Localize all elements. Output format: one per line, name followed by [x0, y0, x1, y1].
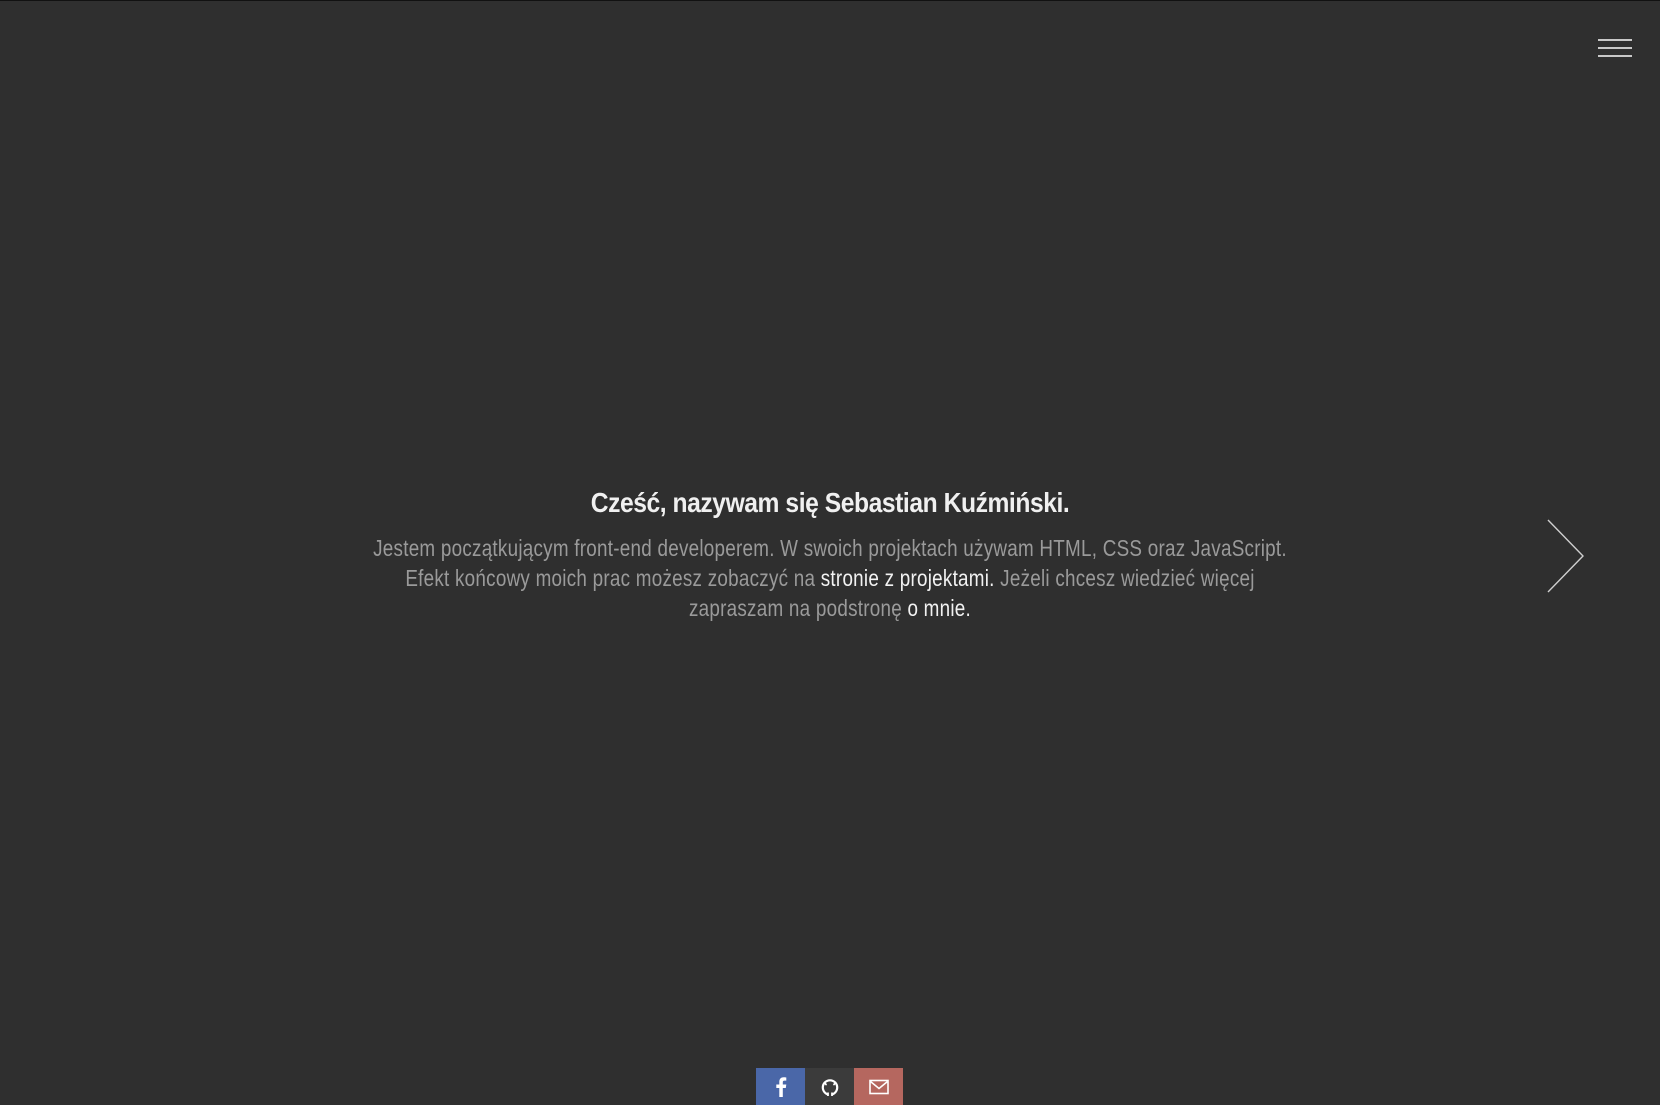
- envelope-icon: [868, 1079, 889, 1095]
- hamburger-icon: [1598, 39, 1632, 41]
- page: Cześć, nazywam się Sebastian Kuźmiński. …: [0, 0, 1660, 1105]
- about-link[interactable]: o mnie.: [907, 595, 971, 621]
- hamburger-icon-bar: [1598, 55, 1632, 57]
- hero-section: Cześć, nazywam się Sebastian Kuźmiński. …: [262, 487, 1398, 623]
- hero-description: Jestem początkującym front-end developer…: [364, 533, 1296, 623]
- github-icon: [821, 1079, 838, 1096]
- projects-link[interactable]: stronie z projektami.: [821, 565, 995, 591]
- hamburger-icon-bar: [1598, 47, 1632, 49]
- next-page-button[interactable]: [1546, 518, 1586, 594]
- github-button[interactable]: [805, 1068, 854, 1105]
- menu-button[interactable]: [1598, 37, 1632, 61]
- email-button[interactable]: [854, 1068, 903, 1105]
- chevron-right-icon: [1547, 519, 1584, 593]
- hero-title: Cześć, nazywam się Sebastian Kuźmiński.: [590, 487, 1070, 518]
- facebook-button[interactable]: [756, 1068, 805, 1105]
- facebook-icon: [775, 1077, 786, 1097]
- social-links: [756, 1068, 903, 1105]
